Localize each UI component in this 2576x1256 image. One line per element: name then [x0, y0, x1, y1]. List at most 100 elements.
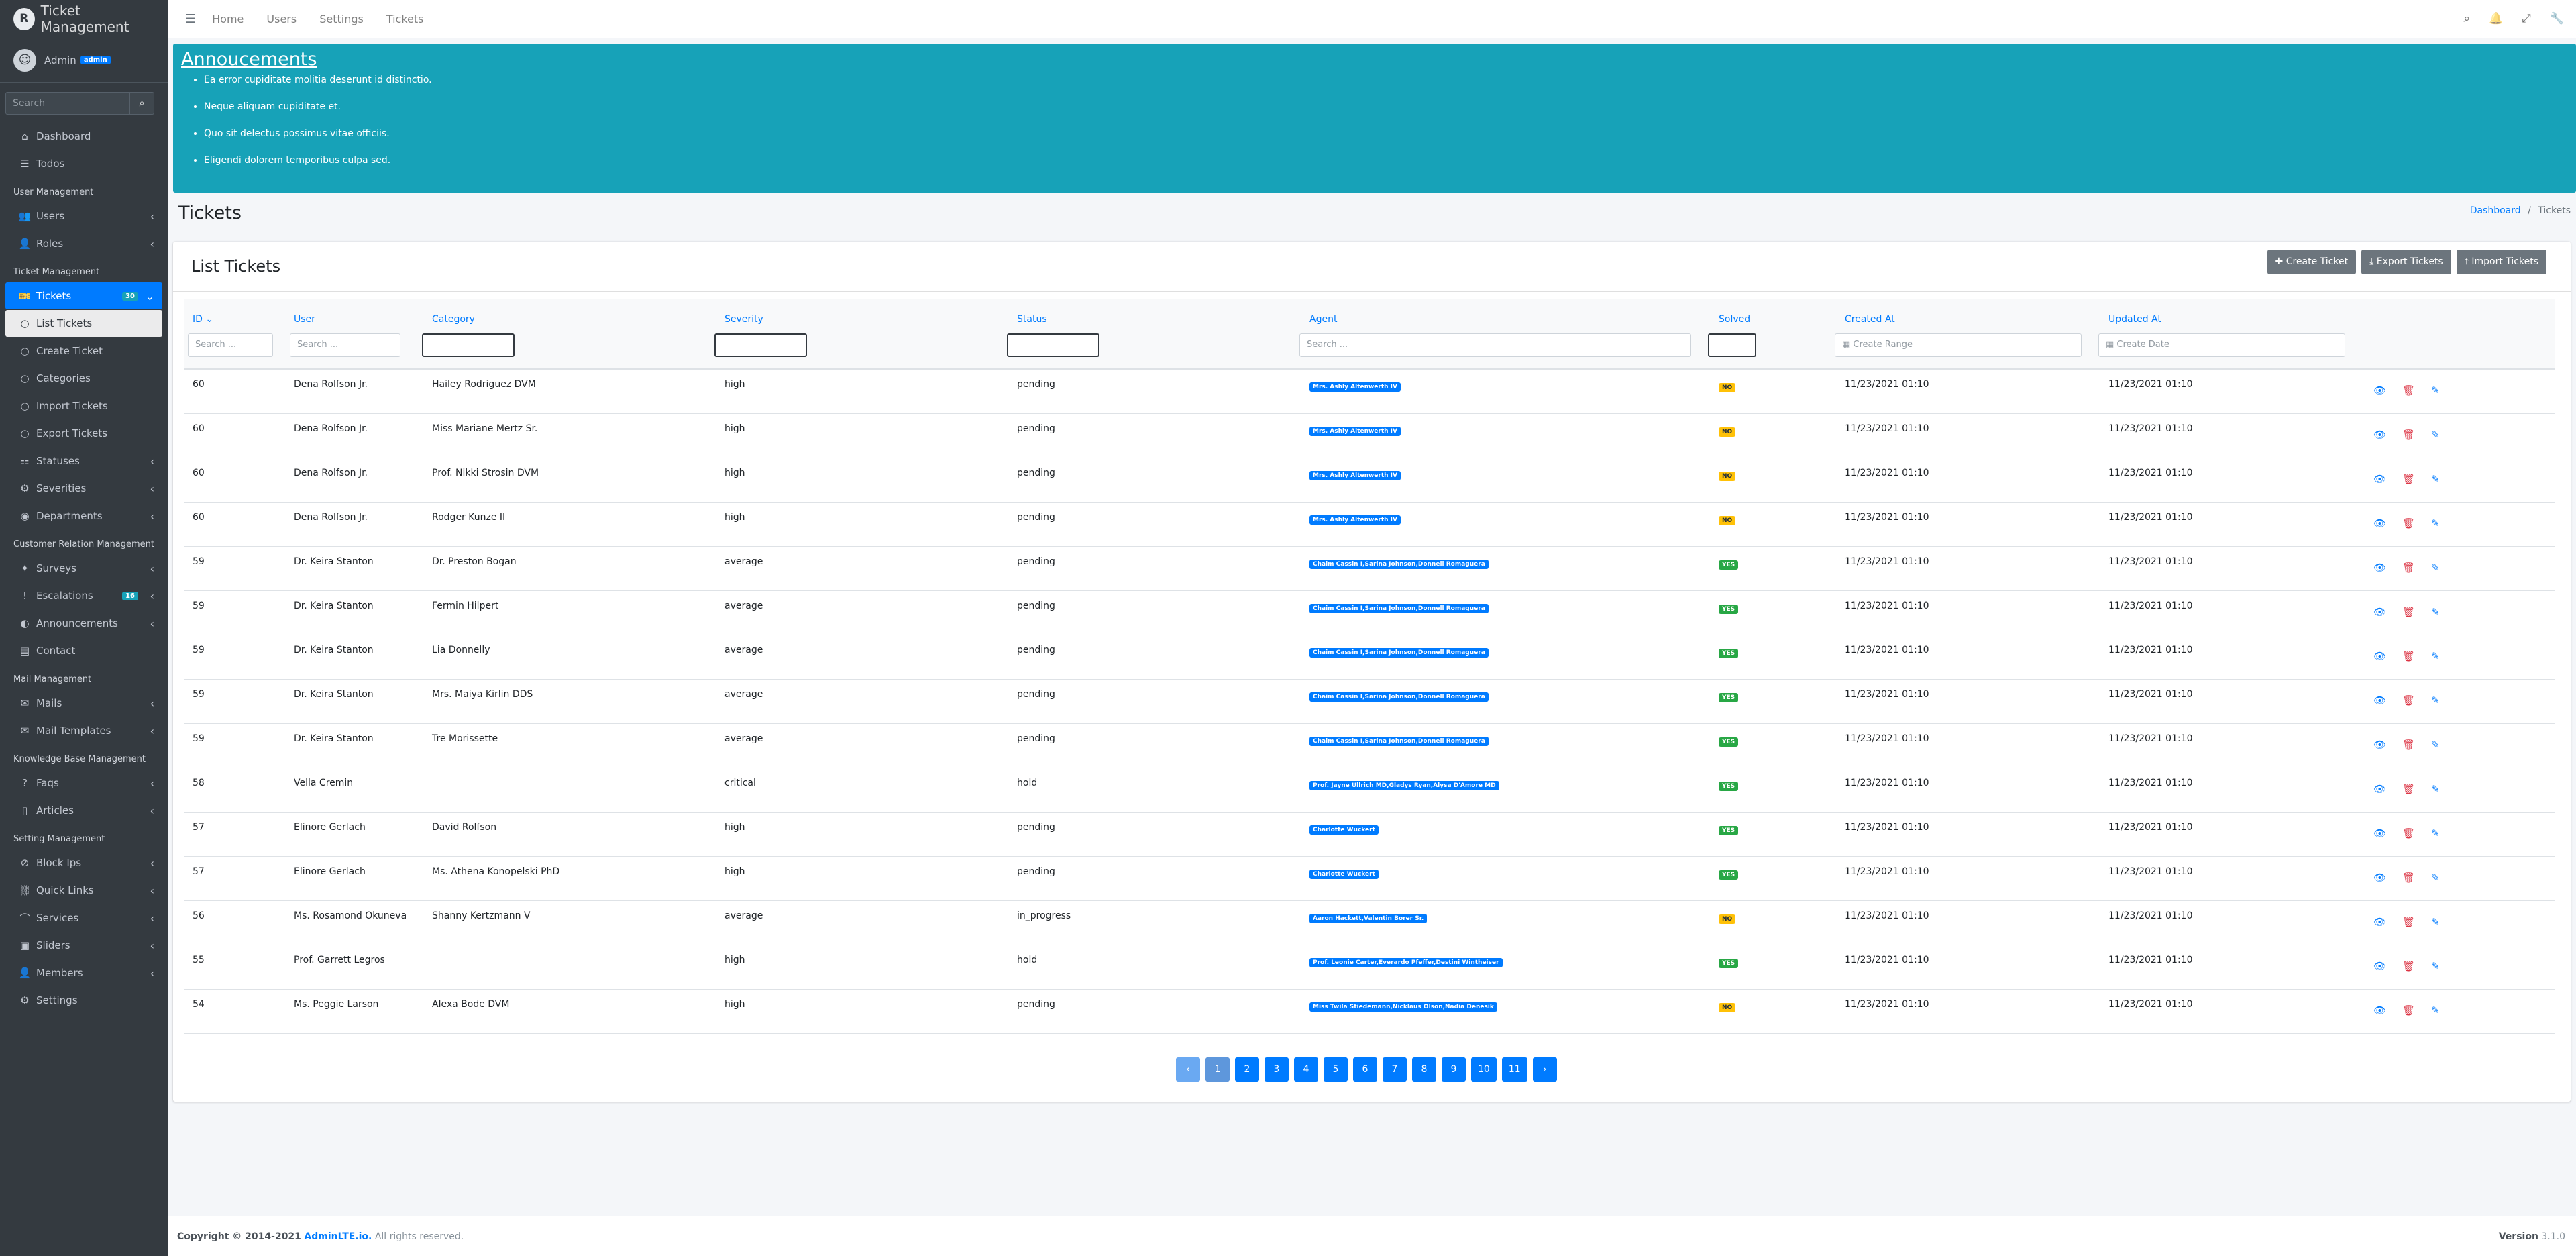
nav-link-tickets[interactable]: Tickets: [386, 13, 424, 25]
filter-updated-date-input[interactable]: ▦ Create Date: [2098, 333, 2345, 357]
sidebar-item-services[interactable]: ⌒ Services ‹: [5, 904, 162, 931]
breadcrumb-home[interactable]: Dashboard: [2470, 205, 2521, 216]
pagination-page-button[interactable]: 2: [1235, 1057, 1259, 1082]
eye-icon[interactable]: 👁: [2373, 739, 2386, 751]
sidebar-item-block-ips[interactable]: ⊘ Block Ips ‹: [5, 849, 162, 876]
pagination-page-button[interactable]: 9: [1442, 1057, 1466, 1082]
column-header-created-at[interactable]: Created At: [1845, 314, 1895, 325]
sidebar-search-button[interactable]: ⌕: [130, 92, 154, 115]
pagination-page-button[interactable]: 8: [1412, 1057, 1436, 1082]
edit-icon[interactable]: ✎: [2431, 429, 2440, 441]
sidebar-item-mail-templates[interactable]: ✉ Mail Templates ‹: [5, 717, 162, 744]
sidebar-item-tickets[interactable]: 🎫 Tickets 30 ⌄: [5, 282, 162, 309]
edit-icon[interactable]: ✎: [2431, 650, 2440, 662]
pagination-page-button[interactable]: 1: [1205, 1057, 1230, 1082]
column-header-user[interactable]: User: [294, 314, 315, 325]
create-ticket-button[interactable]: ✚ Create Ticket: [2267, 250, 2357, 274]
import-tickets-button[interactable]: ⤒ Import Tickets: [2456, 250, 2546, 274]
pagination-page-button[interactable]: 3: [1265, 1057, 1289, 1082]
sidebar-item-members[interactable]: 👤 Members ‹: [5, 959, 162, 986]
edit-icon[interactable]: ✎: [2431, 960, 2440, 972]
announcements-title[interactable]: Annoucements: [181, 49, 2568, 70]
sidebar-item-create-ticket[interactable]: ○ Create Ticket: [5, 337, 162, 364]
eye-icon[interactable]: 👁: [2373, 783, 2386, 795]
column-header-updated-at[interactable]: Updated At: [2108, 314, 2161, 325]
sidebar-item-roles[interactable]: 👤 Roles ‹: [5, 230, 162, 257]
export-tickets-button[interactable]: ⤓ Export Tickets: [2361, 250, 2451, 274]
edit-icon[interactable]: ✎: [2431, 384, 2440, 397]
filter-status-select[interactable]: [1007, 333, 1099, 357]
eye-icon[interactable]: 👁: [2373, 916, 2386, 928]
pagination-page-button[interactable]: 4: [1294, 1057, 1318, 1082]
sidebar-item-dashboard[interactable]: ⌂ Dashboard: [5, 123, 162, 150]
sidebar-item-mails[interactable]: ✉ Mails ‹: [5, 690, 162, 717]
sidebar-item-surveys[interactable]: ✦ Surveys ‹: [5, 555, 162, 582]
pagination-page-button[interactable]: 5: [1324, 1057, 1348, 1082]
sidebar-item-faqs[interactable]: ? Faqs ‹: [5, 770, 162, 796]
sidebar-item-severities[interactable]: ⚙ Severities ‹: [5, 475, 162, 502]
wrench-icon[interactable]: 🔧: [2550, 12, 2564, 25]
filter-id-input[interactable]: Search ...: [188, 333, 273, 357]
sidebar-item-users[interactable]: 👥 Users ‹: [5, 203, 162, 229]
trash-icon[interactable]: 🗑: [2402, 429, 2415, 441]
sidebar-item-categories[interactable]: ○ Categories: [5, 365, 162, 392]
edit-icon[interactable]: ✎: [2431, 1004, 2440, 1016]
pagination-page-button[interactable]: 10: [1471, 1057, 1497, 1082]
eye-icon[interactable]: 👁: [2373, 562, 2386, 574]
eye-icon[interactable]: 👁: [2373, 517, 2386, 529]
filter-severity-select[interactable]: [714, 333, 807, 357]
trash-icon[interactable]: 🗑: [2402, 384, 2415, 397]
sidebar-item-list-tickets[interactable]: ○ List Tickets: [5, 310, 162, 337]
search-icon[interactable]: ⌕: [2464, 12, 2471, 25]
eye-icon[interactable]: 👁: [2373, 429, 2386, 441]
sidebar-item-quick-links[interactable]: ⛓ Quick Links ‹: [5, 877, 162, 904]
trash-icon[interactable]: 🗑: [2402, 562, 2415, 574]
trash-icon[interactable]: 🗑: [2402, 650, 2415, 662]
edit-icon[interactable]: ✎: [2431, 517, 2440, 529]
edit-icon[interactable]: ✎: [2431, 739, 2440, 751]
sidebar-item-contact[interactable]: ▤ Contact: [5, 637, 162, 664]
brand-link[interactable]: R Ticket Management: [0, 0, 168, 38]
sidebar-item-announcements[interactable]: ◐ Announcements ‹: [5, 610, 162, 637]
sidebar-item-departments[interactable]: ◉ Departments ‹: [5, 503, 162, 529]
eye-icon[interactable]: 👁: [2373, 827, 2386, 839]
footer-brand-link[interactable]: AdminLTE.io.: [304, 1231, 372, 1242]
nav-link-settings[interactable]: Settings: [319, 13, 364, 25]
eye-icon[interactable]: 👁: [2373, 960, 2386, 972]
trash-icon[interactable]: 🗑: [2402, 916, 2415, 928]
trash-icon[interactable]: 🗑: [2402, 1004, 2415, 1016]
column-header-id[interactable]: ID ⌄: [193, 314, 213, 325]
column-header-severity[interactable]: Severity: [724, 314, 763, 325]
eye-icon[interactable]: 👁: [2373, 384, 2386, 397]
hamburger-menu-icon[interactable]: ☰: [185, 12, 196, 26]
trash-icon[interactable]: 🗑: [2402, 517, 2415, 529]
nav-link-home[interactable]: Home: [212, 13, 244, 25]
filter-solved-select[interactable]: [1708, 333, 1756, 357]
eye-icon[interactable]: 👁: [2373, 650, 2386, 662]
column-header-status[interactable]: Status: [1017, 314, 1047, 325]
sidebar-item-statuses[interactable]: ⚏ Statuses ‹: [5, 448, 162, 474]
filter-user-input[interactable]: Search ...: [290, 333, 400, 357]
column-header-solved[interactable]: Solved: [1719, 314, 1750, 325]
trash-icon[interactable]: 🗑: [2402, 694, 2415, 706]
edit-icon[interactable]: ✎: [2431, 562, 2440, 574]
sidebar-item-settings[interactable]: ⚙ Settings: [5, 987, 162, 1014]
user-panel[interactable]: ☺ Admin admin: [0, 38, 168, 83]
filter-agent-input[interactable]: Search ...: [1299, 333, 1691, 357]
edit-icon[interactable]: ✎: [2431, 783, 2440, 795]
pagination-page-button[interactable]: 6: [1353, 1057, 1377, 1082]
trash-icon[interactable]: 🗑: [2402, 783, 2415, 795]
pagination-prev-button[interactable]: ‹: [1176, 1057, 1200, 1082]
filter-category-select[interactable]: [422, 333, 515, 357]
fullscreen-icon[interactable]: ⤢: [2522, 12, 2531, 25]
sidebar-item-escalations[interactable]: ! Escalations 16 ‹: [5, 582, 162, 609]
pagination-next-button[interactable]: ›: [1532, 1057, 1557, 1082]
edit-icon[interactable]: ✎: [2431, 473, 2440, 485]
trash-icon[interactable]: 🗑: [2402, 473, 2415, 485]
sidebar-item-import-tickets[interactable]: ○ Import Tickets: [5, 392, 162, 419]
edit-icon[interactable]: ✎: [2431, 827, 2440, 839]
trash-icon[interactable]: 🗑: [2402, 739, 2415, 751]
filter-created-range-input[interactable]: ▦ Create Range: [1835, 333, 2082, 357]
pagination-page-button[interactable]: 11: [1501, 1057, 1527, 1082]
edit-icon[interactable]: ✎: [2431, 606, 2440, 618]
